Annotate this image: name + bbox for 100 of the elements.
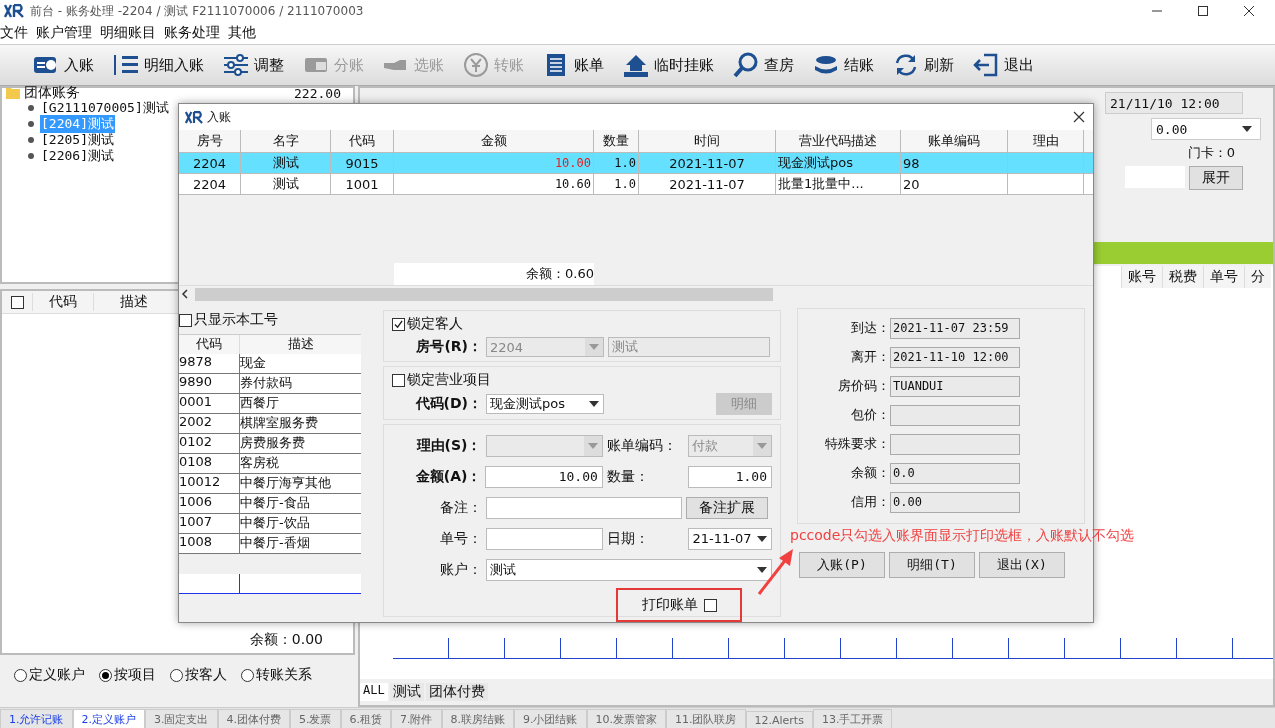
menu-item[interactable]: 文件 — [0, 24, 28, 42]
bullet-icon — [28, 137, 34, 143]
toolbar-button[interactable]: 退出 — [966, 47, 1040, 83]
remark-field[interactable] — [486, 496, 682, 519]
radio-button[interactable]: 按客人 — [170, 666, 227, 684]
column-header[interactable]: 房号 — [179, 130, 241, 152]
remark-button[interactable]: 备注扩展 — [686, 496, 768, 519]
tree-item[interactable]: [2205]测试 — [40, 131, 115, 149]
info-field: 0.0 — [890, 462, 1020, 484]
column-header[interactable]: 数量 — [594, 130, 639, 152]
toolbar-button[interactable]: 查房 — [726, 47, 800, 83]
table-row[interactable]: 2204 测试 1001 10.60 1.0 2021-11-07 批量1批量中... 20 — [179, 174, 1093, 195]
print-checkbox[interactable]: 打印账单 — [641, 596, 717, 614]
maximize-icon[interactable] — [1197, 5, 1209, 17]
toolbar-button[interactable]: 账单 — [536, 47, 610, 83]
checkbox[interactable] — [392, 317, 405, 331]
toolbar-button[interactable]: 刷新 — [886, 47, 960, 83]
menu-item[interactable]: 其他 — [228, 24, 256, 42]
menu-item[interactable]: 明细账目 — [100, 24, 156, 42]
toolbar-button[interactable]: 调整 — [216, 47, 290, 83]
close-icon[interactable] — [1243, 5, 1255, 17]
number-field[interactable] — [485, 527, 603, 550]
table-cell: 10012 — [179, 474, 240, 493]
tree-item[interactable]: [2206]测试 — [40, 147, 115, 165]
amount-field[interactable]: 10.00 — [485, 465, 603, 488]
menu-item[interactable]: 账务处理 — [164, 24, 220, 42]
table-row[interactable]: 2204 测试 9015 10.00 1.0 2021-11-07 现金测试pos 98 — [179, 153, 1093, 174]
scrollbar[interactable] — [179, 285, 1093, 302]
date-picker[interactable]: 21-11-07 — [688, 527, 772, 550]
table-cell: 0102 — [179, 434, 240, 453]
tab[interactable]: 2.定义账户 — [72, 709, 145, 728]
menu-item[interactable]: 账户管理 — [36, 24, 92, 42]
scroll-left-icon[interactable] — [179, 289, 189, 299]
table-cell: 2021-11-07 — [639, 174, 776, 194]
caret-icon — [1242, 126, 1252, 132]
departure-field[interactable]: 21/11/10 12:00 — [1105, 92, 1243, 114]
column-header[interactable]: 账号 — [1121, 266, 1162, 288]
dialog-button[interactable]: 入账(P) — [799, 552, 885, 578]
column-header[interactable]: 理由 — [1008, 130, 1084, 152]
tab[interactable]: 8.联房结账 — [441, 709, 514, 728]
close-icon[interactable] — [1073, 111, 1085, 123]
radio-button[interactable]: 转账关系 — [241, 666, 312, 684]
tab[interactable]: 7.附件 — [391, 709, 442, 728]
filter-tab[interactable]: ALL — [360, 683, 388, 701]
blank-row[interactable] — [179, 574, 361, 594]
toolbar-button[interactable]: 临时挂账 — [616, 47, 720, 83]
field-label: 理由(S)： — [415, 436, 482, 455]
amount-dropdown[interactable]: 0.00 — [1151, 118, 1261, 140]
checkbox[interactable] — [179, 313, 192, 327]
radio-button[interactable]: 按项目 — [99, 666, 156, 684]
dialog-button[interactable]: 明细(T) — [889, 552, 975, 578]
column-header[interactable]: 代码 — [179, 335, 240, 354]
filter-tab[interactable]: 测试 — [389, 683, 424, 701]
code-dropdown[interactable]: 现金测试pos — [486, 394, 604, 414]
tree-item[interactable]: [G2111070005]测试 — [40, 99, 170, 117]
filter-tab[interactable]: 团体付费 — [425, 683, 488, 701]
toolbar-button[interactable]: 结账 — [806, 47, 880, 83]
table-cell: 测试 — [241, 153, 331, 173]
column-header[interactable]: 金额 — [394, 130, 594, 152]
table-cell: 1.0 — [594, 153, 639, 173]
column-header[interactable]: 时间 — [639, 130, 776, 152]
column-header[interactable]: 描述 — [240, 335, 361, 354]
toolbar-button[interactable]: 明细入账 — [106, 47, 210, 83]
column-header[interactable]: 分 — [1244, 266, 1271, 288]
column-header[interactable]: 营业代码描述 — [776, 130, 901, 152]
column-header[interactable]: 税费 — [1162, 266, 1203, 288]
tab[interactable]: 6.租赁 — [340, 709, 391, 728]
expand-button[interactable]: 展开 — [1189, 166, 1243, 190]
radio-button[interactable]: 定义账户 — [14, 666, 85, 684]
room-card-text: 门卡：0 — [1187, 145, 1235, 160]
table-cell-text: 房费服务费 — [240, 434, 306, 452]
table-cell: 测试 — [241, 174, 331, 194]
account-dropdown[interactable]: 测试 — [486, 558, 772, 581]
tab[interactable]: 5.发票 — [290, 709, 341, 728]
column-header[interactable]: 单号 — [1203, 266, 1244, 288]
app-logo-icon — [185, 110, 203, 124]
column-header[interactable]: 账单编码 — [901, 130, 1008, 152]
table-cell: 1008 — [179, 534, 240, 553]
table-cell: 1.0 — [594, 174, 639, 194]
tab[interactable]: 1.允许记账 — [0, 709, 73, 728]
column-header[interactable]: 名字 — [241, 130, 331, 152]
tab[interactable]: 9.小团结账 — [514, 709, 587, 728]
checkbox[interactable] — [392, 373, 405, 387]
tab[interactable]: 10.发票管家 — [586, 709, 666, 728]
table-cell: 2204 — [179, 153, 241, 173]
balance-text: 余额：0.60 — [526, 266, 594, 281]
column-header[interactable]: 代码 — [331, 130, 394, 152]
toolbar-button[interactable]: 入账 — [26, 47, 100, 83]
checkbox[interactable] — [10, 295, 24, 309]
dialog-button[interactable]: 退出(X) — [979, 552, 1065, 578]
column-header[interactable]: 代码 — [32, 293, 93, 311]
quantity-field[interactable]: 1.00 — [688, 465, 772, 488]
tab[interactable]: 4.团体付费 — [217, 709, 290, 728]
table-cell-text: 中餐厅海亨其他 — [240, 474, 332, 492]
tree-item[interactable]: 团体账务 — [24, 84, 80, 102]
column-header[interactable]: 描述 — [93, 293, 174, 311]
tab[interactable]: 13.手工开票 — [812, 709, 893, 728]
tab[interactable]: 11.团队联房 — [666, 709, 746, 728]
tab[interactable]: 12.Alerts — [745, 711, 813, 728]
tab[interactable]: 3.固定支出 — [145, 709, 218, 728]
